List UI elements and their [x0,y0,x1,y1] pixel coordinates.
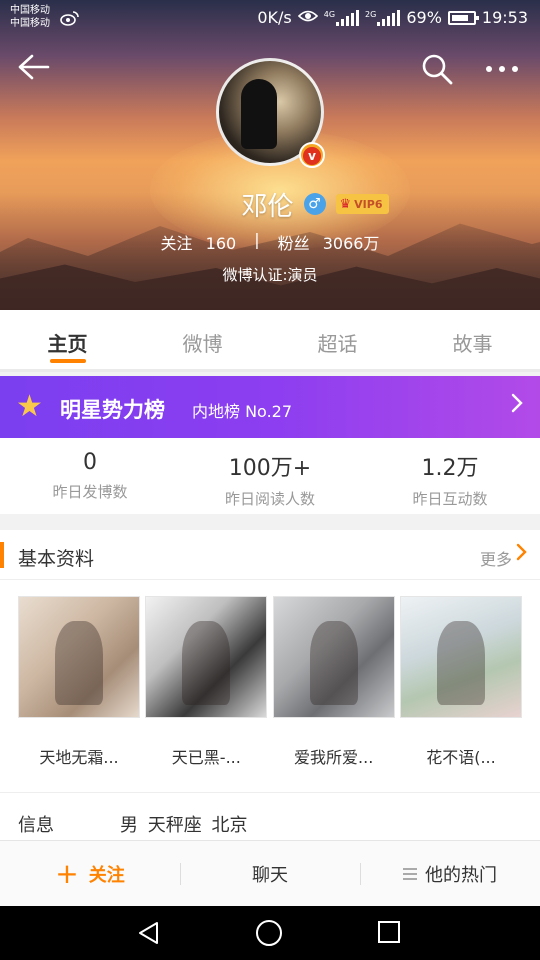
chevron-right-icon[interactable] [516,542,528,567]
info-row: 信息 男 天秤座 北京 [0,792,540,840]
metric-posts-value: 0 [83,450,97,475]
basic-info-card: 基本资料 更多 天地无霜... 天已黑-... 爱我所爱... 花不语(... … [0,530,540,840]
info-label: 信息 [18,815,54,836]
network-speed: 0K/s [257,8,292,27]
follow-button[interactable]: + 关注 [0,841,180,906]
profile-cover: 中国移动 中国移动 0K/s 4G 2G 69% 19:53 v 邓伦 ♂ ♛ … [0,0,540,310]
avatar-figure [241,79,277,149]
star-power-title: 明星势力榜 [60,398,165,422]
work-item[interactable]: 花不语(... [399,596,522,768]
following-count: 160 [205,234,237,253]
work-item[interactable]: 天地无霜... [18,596,140,768]
tab-stories[interactable]: 故事 [405,310,540,369]
tab-weibo[interactable]: 微博 [135,310,270,369]
profile-tabs: 主页 微博 超话 故事 [0,310,540,372]
bottom-action-bar: + 关注 聊天 他的热门 [0,840,540,906]
verified-v-letter: v [303,147,321,165]
metric-interactions-label: 昨日互动数 [412,490,488,508]
following-label: 关注 [160,234,193,253]
hot-posts-button[interactable]: 他的热门 [360,841,540,906]
work-title: 花不语(... [426,748,496,767]
star-icon: ★ [16,389,43,424]
work-title: 爱我所爱... [294,748,374,767]
follow-stats: 关注 160 | 粉丝 3066万 [0,230,540,254]
battery-percent: 69% [406,8,442,27]
work-title: 天地无霜... [39,748,119,767]
tab-super-topic[interactable]: 超话 [270,310,405,369]
section-accent-bar [0,542,4,568]
metric-readers: 100万+ 昨日阅读人数 [180,438,360,514]
basic-info-title: 基本资料 [18,548,95,570]
network-type-1: 4G [323,9,336,19]
work-poster [272,596,395,718]
metric-interactions-value: 1.2万 [421,456,479,481]
info-value: 男 天秤座 北京 [120,815,248,836]
basic-info-header: 基本资料 更多 [0,530,540,580]
system-nav-bar [0,906,540,960]
daily-metrics: 0 昨日发博数 100万+ 昨日阅读人数 1.2万 昨日互动数 [0,438,540,514]
metric-posts-label: 昨日发博数 [52,483,128,501]
fans-label: 粉丝 [277,234,310,253]
status-bar: 中国移动 中国移动 0K/s 4G 2G 69% 19:53 [0,0,540,36]
back-arrow-icon [18,54,50,80]
nav-recents-icon[interactable] [378,921,400,943]
stats-separator: | [254,230,260,249]
star-power-banner[interactable]: ★ 明星势力榜 内地榜 No.27 [0,376,540,438]
more-link[interactable]: 更多 [480,546,512,570]
verified-v-badge: v [299,142,325,168]
verification-text: 微博认证:演员 [222,266,318,284]
user-name: 邓伦 [241,191,294,222]
battery-icon [447,10,479,25]
name-row: 邓伦 ♂ ♛ VIP6 [0,186,540,222]
signal-icon-2: 2G [365,9,401,26]
chat-label: 聊天 [252,864,288,886]
chevron-right-icon [510,392,524,420]
clock: 19:53 [481,8,528,27]
work-item[interactable]: 天已黑-... [145,596,268,768]
metric-interactions: 1.2万 昨日互动数 [360,438,540,514]
crown-icon: ♛ [339,196,352,212]
vip-badge[interactable]: ♛ VIP6 [335,194,389,214]
works-list: 天地无霜... 天已黑-... 爱我所爱... 花不语(... [18,596,522,768]
fans-stat[interactable]: 粉丝 3066万 [278,230,380,254]
signal-icon-1: 4G [323,9,360,26]
search-button[interactable] [420,52,458,88]
eye-icon [297,8,318,27]
fans-count: 3066万 [322,234,380,253]
work-item[interactable]: 爱我所爱... [272,596,395,768]
carrier-2: 中国移动 [10,18,50,29]
more-options-button[interactable] [484,54,524,84]
work-poster [145,596,268,718]
metric-readers-label: 昨日阅读人数 [224,490,315,508]
star-power-rank: 内地榜 No.27 [192,402,293,421]
search-icon [422,54,453,85]
weibo-notification-icon [60,10,80,30]
vip-level: VIP6 [354,197,383,211]
male-gender-icon: ♂ [303,193,326,215]
carrier-info: 中国移动 中国移动 [10,4,50,30]
metric-posts: 0 昨日发博数 [0,438,180,514]
more-dots-icon [486,66,518,72]
tab-home[interactable]: 主页 [0,310,135,369]
menu-lines-icon [403,865,417,883]
nav-back-icon[interactable] [136,920,162,950]
work-poster [18,596,140,718]
plus-icon: + [55,856,79,890]
network-type-2: 2G [365,9,377,19]
metric-readers-value: 100万+ [228,456,312,481]
nav-home-icon[interactable] [256,920,282,946]
follow-label: 关注 [88,864,125,886]
carrier-1: 中国移动 [10,5,50,16]
following-stat[interactable]: 关注 160 [161,230,237,254]
hot-posts-label: 他的热门 [425,864,497,886]
back-button[interactable] [16,52,56,86]
work-poster [399,596,522,718]
chat-button[interactable]: 聊天 [180,841,360,906]
work-title: 天已黑-... [171,748,241,767]
